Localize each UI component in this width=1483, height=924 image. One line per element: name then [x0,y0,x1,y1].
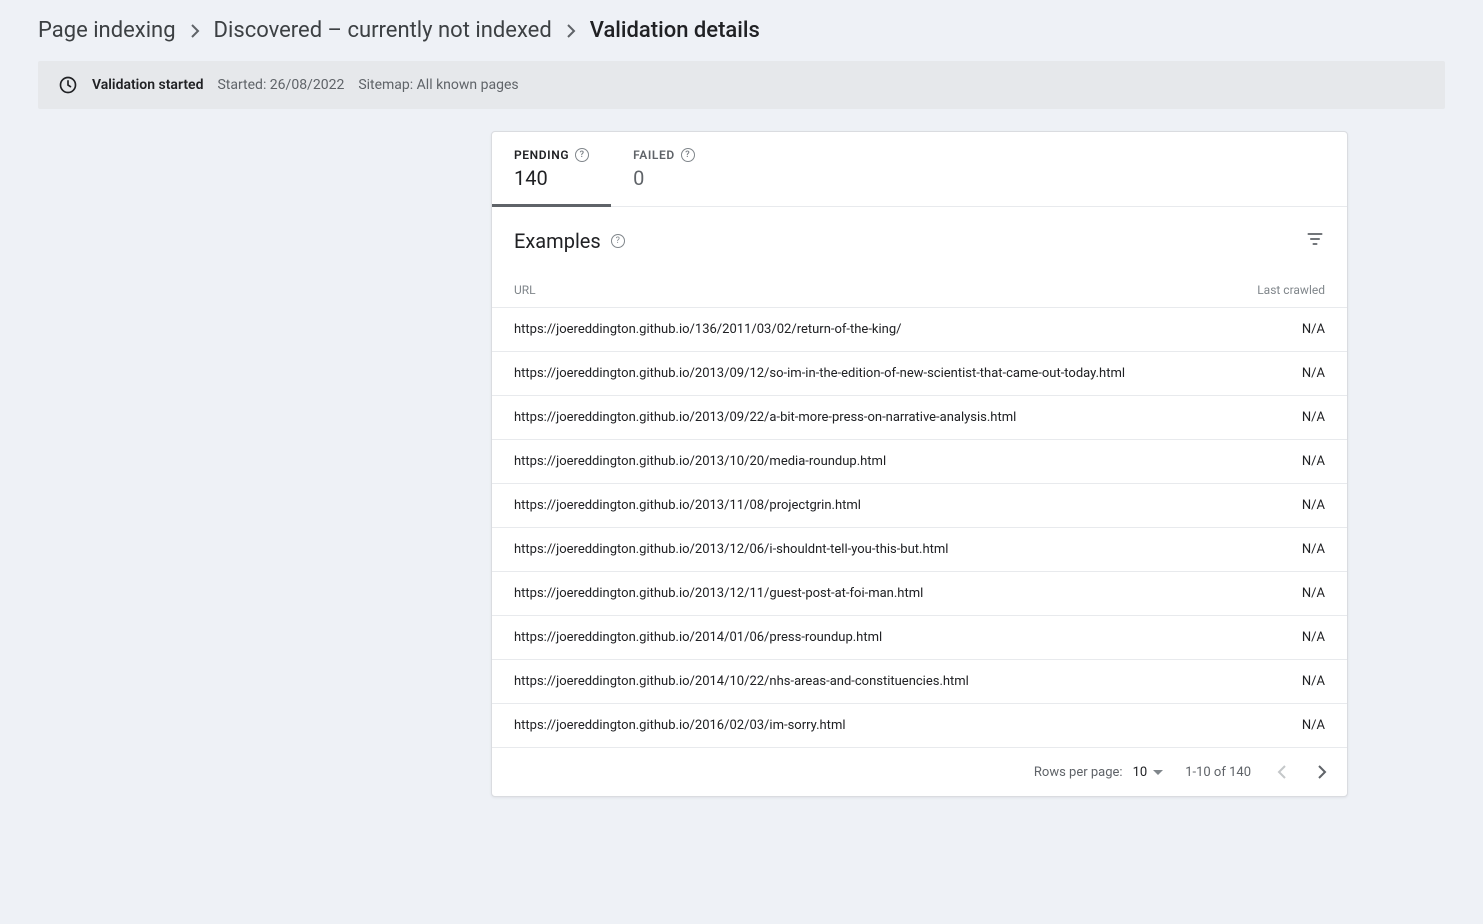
tab-pending[interactable]: PENDING ? 140 [492,132,611,207]
prev-page-button[interactable] [1273,760,1291,784]
help-icon[interactable]: ? [575,148,589,162]
row-url: https://joereddington.github.io/2013/12/… [514,586,923,601]
table-body: https://joereddington.github.io/136/2011… [492,308,1347,748]
row-url: https://joereddington.github.io/2013/09/… [514,410,1016,425]
row-url: https://joereddington.github.io/136/2011… [514,322,902,337]
table-row[interactable]: https://joereddington.github.io/2013/11/… [492,484,1347,528]
table-row[interactable]: https://joereddington.github.io/2013/10/… [492,440,1347,484]
status-started: Started: 26/08/2022 [217,77,344,93]
row-last-crawled: N/A [1302,366,1325,381]
row-last-crawled: N/A [1302,674,1325,689]
row-last-crawled: N/A [1302,410,1325,425]
chevron-right-icon [190,23,200,39]
validation-card: PENDING ? 140 FAILED ? 0 Examples ? URL … [491,131,1348,797]
table-row[interactable]: https://joereddington.github.io/2016/02/… [492,704,1347,748]
breadcrumb-discovered[interactable]: Discovered – currently not indexed [214,18,552,43]
row-last-crawled: N/A [1302,542,1325,557]
caret-down-icon [1153,770,1163,775]
table-row[interactable]: https://joereddington.github.io/2013/12/… [492,572,1347,616]
breadcrumb: Page indexing Discovered – currently not… [0,0,1483,61]
table-row[interactable]: https://joereddington.github.io/2013/09/… [492,396,1347,440]
pagination: Rows per page: 10 1-10 of 140 [492,748,1347,796]
filter-icon[interactable] [1305,229,1325,253]
help-icon[interactable]: ? [611,234,625,248]
help-icon[interactable]: ? [681,148,695,162]
row-url: https://joereddington.github.io/2013/12/… [514,542,948,557]
table-row[interactable]: https://joereddington.github.io/2014/01/… [492,616,1347,660]
row-last-crawled: N/A [1302,630,1325,645]
examples-header: Examples ? [492,207,1347,263]
table-row[interactable]: https://joereddington.github.io/136/2011… [492,308,1347,352]
row-last-crawled: N/A [1302,498,1325,513]
column-last-crawled: Last crawled [1257,283,1325,297]
tabs: PENDING ? 140 FAILED ? 0 [492,132,1347,207]
rows-per-page-value: 10 [1133,765,1148,780]
column-url: URL [514,283,536,297]
rows-per-page-dropdown[interactable]: 10 [1133,765,1164,780]
next-page-button[interactable] [1313,760,1331,784]
tab-failed-count: 0 [633,166,695,190]
table-row[interactable]: https://joereddington.github.io/2014/10/… [492,660,1347,704]
table-row[interactable]: https://joereddington.github.io/2013/12/… [492,528,1347,572]
tab-pending-label: PENDING [514,148,569,162]
row-last-crawled: N/A [1302,718,1325,733]
table-row[interactable]: https://joereddington.github.io/2013/09/… [492,352,1347,396]
clock-icon [58,75,78,95]
row-last-crawled: N/A [1302,586,1325,601]
pagination-range: 1-10 of 140 [1185,765,1251,780]
row-url: https://joereddington.github.io/2013/10/… [514,454,886,469]
tab-failed-label: FAILED [633,148,675,162]
table-header: URL Last crawled [492,263,1347,308]
row-last-crawled: N/A [1302,454,1325,469]
row-url: https://joereddington.github.io/2014/01/… [514,630,882,645]
status-sitemap: Sitemap: All known pages [358,77,518,93]
row-url: https://joereddington.github.io/2016/02/… [514,718,846,733]
chevron-right-icon [566,23,576,39]
tab-failed[interactable]: FAILED ? 0 [611,132,717,206]
tab-pending-count: 140 [514,166,589,190]
status-title: Validation started [92,77,203,93]
examples-title: Examples [514,229,601,253]
row-url: https://joereddington.github.io/2013/09/… [514,366,1125,381]
breadcrumb-current: Validation details [590,18,760,43]
validation-status-bar: Validation started Started: 26/08/2022 S… [38,61,1445,109]
breadcrumb-page-indexing[interactable]: Page indexing [38,18,176,43]
row-url: https://joereddington.github.io/2013/11/… [514,498,861,513]
rows-per-page-label: Rows per page: [1034,765,1123,780]
row-last-crawled: N/A [1302,322,1325,337]
row-url: https://joereddington.github.io/2014/10/… [514,674,969,689]
